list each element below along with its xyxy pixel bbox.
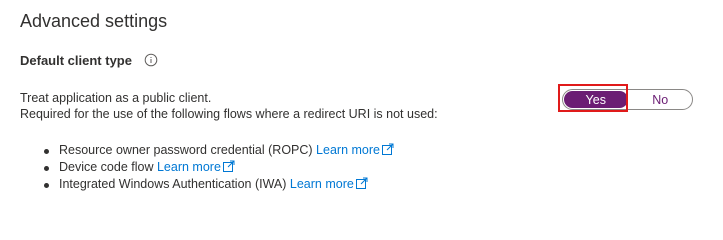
info-circle-icon[interactable] <box>144 53 158 67</box>
external-link-icon[interactable] <box>381 143 394 155</box>
client-type-label: Default client type <box>20 52 132 68</box>
flow-text: Device code flow <box>59 160 157 174</box>
list-item: Resource owner password credential (ROPC… <box>44 142 394 159</box>
external-link-icon[interactable] <box>355 177 368 189</box>
client-type-header: Default client type <box>20 50 158 70</box>
public-client-toggle[interactable]: Yes No <box>562 89 693 110</box>
list-item: Integrated Windows Authentication (IWA) … <box>44 176 394 193</box>
section-title: Advanced settings <box>20 11 168 31</box>
flow-text: Integrated Windows Authentication (IWA) <box>59 177 290 191</box>
toggle-yes-option[interactable]: Yes <box>564 91 628 108</box>
list-item: Device code flow Learn more <box>44 159 394 176</box>
external-link-icon[interactable] <box>222 160 235 172</box>
description-line-2: Required for the use of the following fl… <box>20 107 438 121</box>
flow-list: Resource owner password credential (ROPC… <box>44 142 394 193</box>
flow-text: Resource owner password credential (ROPC… <box>59 143 317 157</box>
learn-more-link[interactable]: Learn more <box>290 177 354 191</box>
client-type-description: Treat application as a public client. Re… <box>20 90 438 122</box>
description-line-1: Treat application as a public client. <box>20 91 212 105</box>
learn-more-link[interactable]: Learn more <box>157 160 221 174</box>
learn-more-link[interactable]: Learn more <box>316 143 380 157</box>
toggle-no-option[interactable]: No <box>629 90 693 109</box>
